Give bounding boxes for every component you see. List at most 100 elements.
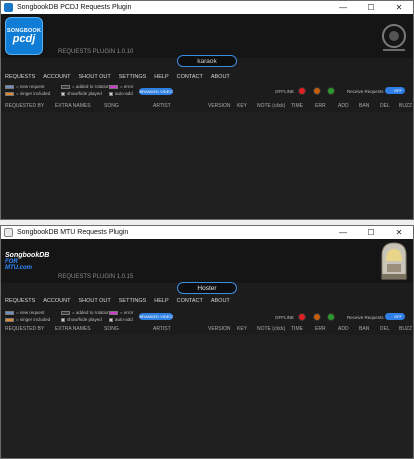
new-request-swatch xyxy=(5,310,14,315)
legend-singer-included: = singer included xyxy=(16,91,51,96)
receive-requests-toggle[interactable]: OFF xyxy=(385,87,405,94)
plugin-version: REQUESTS PLUGIN 1.0.15 xyxy=(58,274,134,280)
branded-video-button[interactable]: BRANDED VIDEO xyxy=(139,88,173,95)
col-song[interactable]: SONG xyxy=(104,325,119,334)
app-icon xyxy=(4,3,13,12)
pcdj-plugin-window: SongbookDB PCDJ Requests Plugin — ☐ ✕ SO… xyxy=(0,0,414,220)
menu-account[interactable]: ACCOUNT xyxy=(43,72,70,82)
app-icon xyxy=(4,228,13,237)
offline-label: OFFLINE xyxy=(275,89,295,94)
menu-about[interactable]: ABOUT xyxy=(211,72,230,82)
maximize-button[interactable]: ☐ xyxy=(357,1,385,14)
minimize-button[interactable]: — xyxy=(329,226,357,239)
col-buzz[interactable]: BUZZ xyxy=(399,102,412,111)
offline-label: OFFLINE xyxy=(275,315,295,320)
show-hide-played-checkbox[interactable] xyxy=(61,91,65,96)
col-version[interactable]: VERSION xyxy=(208,325,231,334)
status-red-light-icon xyxy=(298,87,306,95)
legend: = new request = singer included = added … xyxy=(5,310,135,324)
col-ban[interactable]: BAN xyxy=(359,325,369,334)
minimize-button[interactable]: — xyxy=(329,1,357,14)
close-button[interactable]: ✕ xyxy=(385,1,413,14)
logo-text-bottom: pcdj xyxy=(12,33,36,45)
error-swatch xyxy=(109,84,118,89)
col-note[interactable]: NOTE (click) xyxy=(257,102,285,111)
menu-settings[interactable]: SETTINGS xyxy=(119,72,147,82)
menu-requests[interactable]: REQUESTS xyxy=(5,296,35,306)
legend-new-request: = new request xyxy=(16,310,45,315)
legend-error: = error xyxy=(120,310,134,315)
host-software-badge: Hoster xyxy=(177,282,237,294)
col-extra-names[interactable]: EXTRA NAMES xyxy=(55,325,91,334)
col-artist[interactable]: ARTIST xyxy=(153,325,171,334)
singer-included-swatch xyxy=(5,91,14,96)
col-add[interactable]: ADD xyxy=(338,102,349,111)
col-extra-names[interactable]: EXTRA NAMES xyxy=(55,102,91,111)
window-title: SongbookDB MTU Requests Plugin xyxy=(17,229,129,236)
singer-included-swatch xyxy=(5,317,14,322)
pcdj-gear-logo-icon xyxy=(382,24,406,51)
receive-requests-label: Receive Requests xyxy=(347,89,384,94)
requests-table-header: REQUESTED BY EXTRA NAMES SONG ARTIST VER… xyxy=(1,325,413,334)
menu-about[interactable]: ABOUT xyxy=(211,296,230,306)
col-key[interactable]: KEY xyxy=(237,102,247,111)
auto-add-checkbox[interactable] xyxy=(109,91,113,96)
menu-shout-out[interactable]: SHOUT OUT xyxy=(78,296,110,306)
col-add[interactable]: ADD xyxy=(338,325,349,334)
requests-table-body[interactable] xyxy=(1,112,413,219)
col-del[interactable]: DEL xyxy=(380,325,390,334)
menu-contact[interactable]: CONTACT xyxy=(177,72,203,82)
songbook-pcdj-logo: SONGBOOK pcdj xyxy=(5,17,43,55)
jukebox-icon xyxy=(381,242,407,280)
legend-auto-add: auto-add xyxy=(115,91,133,96)
plugin-version: REQUESTS PLUGIN 1.0.10 xyxy=(58,49,134,55)
menu-contact[interactable]: CONTACT xyxy=(177,296,203,306)
legend-new-request: = new request xyxy=(16,84,45,89)
requests-table-body[interactable] xyxy=(1,335,413,458)
legend: = new request = singer included = added … xyxy=(5,84,135,98)
col-time[interactable]: TIME xyxy=(291,102,303,111)
show-hide-played-checkbox[interactable] xyxy=(61,317,65,322)
title-bar: SongbookDB PCDJ Requests Plugin — ☐ ✕ xyxy=(1,1,413,14)
branded-video-button[interactable]: BRANDED VIDEO xyxy=(139,313,173,320)
error-swatch xyxy=(109,310,118,315)
col-requested-by[interactable]: REQUESTED BY xyxy=(5,325,44,334)
legend-show-hide-played: show/hide played xyxy=(67,91,102,96)
songbookdb-mtu-logo: SongbookDB FOR MTU.com xyxy=(5,246,50,276)
col-ban[interactable]: BAN xyxy=(359,102,369,111)
col-requested-by[interactable]: REQUESTED BY xyxy=(5,102,44,111)
menu-requests[interactable]: REQUESTS xyxy=(5,72,35,82)
status-green-light-icon xyxy=(327,313,335,321)
col-buzz[interactable]: BUZZ xyxy=(399,325,412,334)
title-bar: SongbookDB MTU Requests Plugin — ☐ ✕ xyxy=(1,226,413,239)
legend-added-to-rotation: = added to rotation xyxy=(72,310,110,315)
auto-add-checkbox[interactable] xyxy=(109,317,113,322)
requests-table-header: REQUESTED BY EXTRA NAMES SONG ARTIST VER… xyxy=(1,102,413,111)
col-song[interactable]: SONG xyxy=(104,102,119,111)
status-orange-light-icon xyxy=(313,313,321,321)
col-version[interactable]: VERSION xyxy=(208,102,231,111)
header: SONGBOOK pcdj REQUESTS PLUGIN 1.0.10 xyxy=(1,14,413,58)
legend-singer-included: = singer included xyxy=(16,317,51,322)
receive-requests-label: Receive Requests xyxy=(347,315,384,320)
added-to-rotation-swatch xyxy=(61,310,70,315)
col-err[interactable]: ERR xyxy=(315,102,326,111)
close-button[interactable]: ✕ xyxy=(385,226,413,239)
col-artist[interactable]: ARTIST xyxy=(153,102,171,111)
menu-help[interactable]: HELP xyxy=(154,72,168,82)
maximize-button[interactable]: ☐ xyxy=(357,226,385,239)
status-green-light-icon xyxy=(327,87,335,95)
receive-requests-toggle[interactable]: OFF xyxy=(385,313,405,320)
logo-text-top: SongbookDB xyxy=(5,251,50,259)
col-del[interactable]: DEL xyxy=(380,102,390,111)
menu-settings[interactable]: SETTINGS xyxy=(119,296,147,306)
menu-help[interactable]: HELP xyxy=(154,296,168,306)
menu-account[interactable]: ACCOUNT xyxy=(43,296,70,306)
legend-show-hide-played: show/hide played xyxy=(67,317,102,322)
col-time[interactable]: TIME xyxy=(291,325,303,334)
col-key[interactable]: KEY xyxy=(237,325,247,334)
col-err[interactable]: ERR xyxy=(315,325,326,334)
added-to-rotation-swatch xyxy=(61,84,70,89)
menu-shout-out[interactable]: SHOUT OUT xyxy=(78,72,110,82)
col-note[interactable]: NOTE (click) xyxy=(257,325,285,334)
